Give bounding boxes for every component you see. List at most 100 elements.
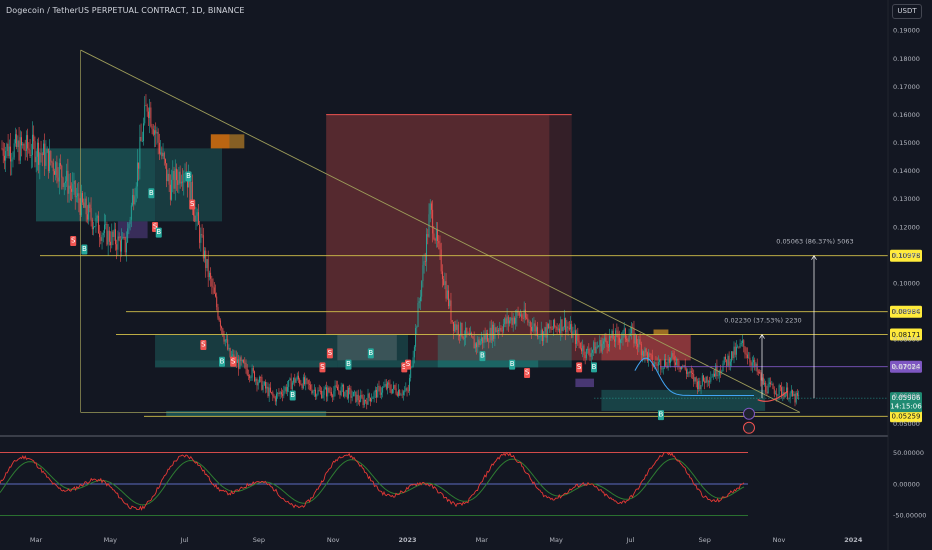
candle-body — [82, 193, 83, 203]
candle-body — [111, 231, 113, 246]
candle-body — [178, 171, 180, 185]
candle-body — [340, 386, 342, 396]
candle-body — [670, 357, 672, 363]
candle-body — [511, 317, 513, 325]
candle-body — [725, 356, 726, 360]
candle-body — [552, 319, 554, 330]
candle-body — [110, 241, 112, 246]
candle-body — [696, 381, 698, 390]
candle-body — [328, 387, 330, 392]
candle-body — [693, 374, 695, 382]
candle-body — [404, 390, 406, 392]
candle-body — [337, 386, 338, 391]
candle-body — [711, 376, 713, 378]
candle-body — [620, 339, 621, 343]
signal-marker-label: S — [320, 363, 325, 371]
candle-body — [247, 375, 249, 376]
candle-body — [228, 348, 230, 350]
price-axis[interactable]: 0.109780.089840.081710.070240.052590.059… — [890, 27, 922, 428]
candle-body — [581, 348, 582, 352]
candle-body — [671, 353, 673, 358]
candle-body — [282, 394, 284, 396]
signal-marker-label: S — [190, 200, 195, 208]
candle-body — [54, 171, 55, 175]
candle-body — [113, 229, 115, 238]
currency-button[interactable]: USDT — [892, 4, 922, 19]
candle-body — [23, 143, 25, 150]
candle-body — [125, 242, 127, 253]
candle-body — [146, 105, 148, 112]
candle-body — [704, 380, 706, 384]
candle-body — [700, 385, 702, 390]
candle-body — [610, 335, 612, 338]
candle-body — [332, 395, 334, 397]
candle-body — [618, 337, 620, 343]
candle-body — [166, 163, 168, 182]
candle-body — [635, 335, 637, 344]
candle-body — [263, 382, 265, 385]
candle-body — [165, 159, 166, 164]
candle-body — [521, 314, 523, 319]
candle-body — [765, 382, 767, 392]
candle-body — [7, 143, 9, 157]
signal-marker-label: B — [346, 360, 351, 368]
measure-label: 0.02230 (37.53%) 2230 — [724, 317, 801, 325]
candle-body — [355, 391, 357, 402]
candle-body — [96, 215, 98, 219]
candle-body — [561, 319, 563, 331]
candle-body — [176, 168, 177, 181]
candle-body — [474, 343, 476, 349]
candle-body — [698, 380, 700, 390]
candle-body — [19, 137, 21, 161]
candle-body — [435, 229, 437, 241]
candle-body — [221, 326, 223, 329]
candle-body — [323, 389, 325, 396]
candle-body — [714, 373, 715, 377]
candle-body — [246, 369, 248, 376]
candle-body — [288, 380, 290, 387]
candle-body — [478, 339, 480, 345]
candle-body — [433, 233, 435, 239]
candle-body — [43, 143, 44, 155]
candle-body — [173, 170, 175, 189]
oscillator-tick-label: -50.00000 — [893, 512, 926, 520]
candle-body — [83, 202, 85, 208]
candle-body — [544, 327, 546, 332]
candle-body — [476, 343, 478, 348]
candle-body — [241, 360, 243, 362]
candle-body — [327, 387, 329, 397]
candle-body — [287, 386, 288, 392]
candle-body — [754, 359, 756, 367]
candle-body — [776, 393, 778, 396]
candle-body — [90, 208, 92, 220]
time-axis[interactable]: Mar May Jul Sep Nov 2023 Mar May Jul Sep Nov 2024 — [30, 536, 863, 544]
candle-body — [257, 382, 259, 386]
candle-body — [201, 234, 203, 236]
candle-body — [615, 330, 617, 342]
candle-body — [457, 324, 459, 335]
candle-body — [88, 204, 90, 220]
candle-body — [172, 170, 174, 180]
candle-body — [62, 177, 64, 188]
candle-body — [382, 387, 384, 393]
candle-body — [649, 353, 651, 355]
candle-body — [773, 388, 775, 394]
signal-marker-label: B — [82, 245, 87, 253]
candle-body — [277, 392, 279, 394]
candle-body — [258, 376, 260, 383]
candle-body — [372, 397, 374, 399]
candle-body — [440, 249, 442, 272]
candle-body — [448, 290, 449, 307]
candle-body — [394, 385, 396, 389]
chart-canvas[interactable]: 0.05063 (86.37%) 5063 0.02230 (37.53%) 22… — [0, 0, 932, 550]
candle-body — [268, 387, 270, 397]
candle-body — [456, 324, 458, 330]
candle-body — [420, 296, 421, 302]
candle-body — [446, 290, 448, 299]
candle-body — [379, 386, 381, 395]
candle-body — [180, 181, 182, 184]
candle-body — [321, 390, 323, 398]
candle-body — [639, 339, 641, 345]
candle-body — [73, 180, 75, 185]
candle-body — [21, 137, 22, 146]
